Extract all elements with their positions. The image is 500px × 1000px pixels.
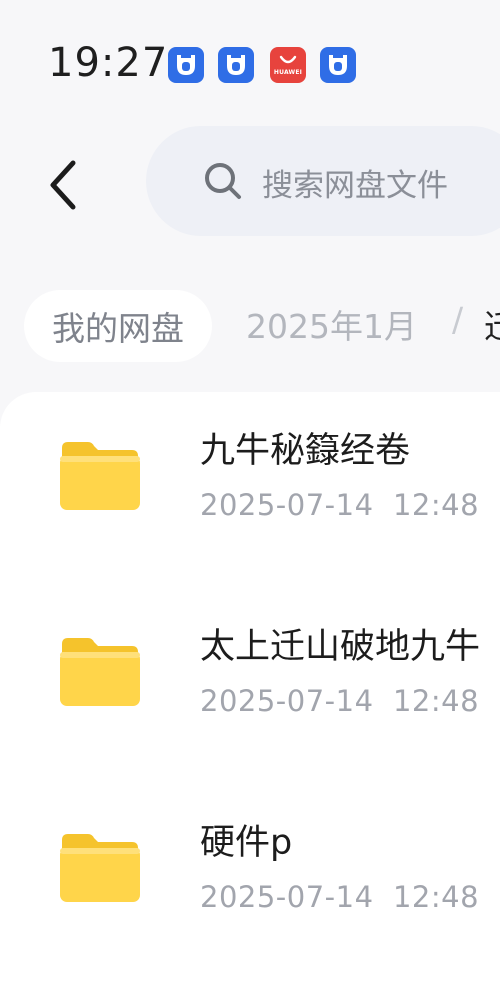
search-input[interactable]: 搜索网盘文件 xyxy=(146,126,500,236)
file-modified: 2025-07-14 12:48 xyxy=(200,488,479,522)
chevron-left-icon xyxy=(50,160,76,210)
file-row[interactable]: 九牛秘籙经卷 2025-07-14 12:48 xyxy=(0,392,500,588)
folder-icon xyxy=(60,834,140,902)
status-bar: 19:27 HUAWEI xyxy=(0,0,500,110)
file-date: 2025-07-14 xyxy=(200,488,374,522)
app-screen: 19:27 HUAWEI 搜索网盘文件 我的网盘 2025年1月 / 九牛秘籙经… xyxy=(0,0,500,1000)
folder-icon xyxy=(60,442,140,510)
breadcrumb-home[interactable]: 我的网盘 xyxy=(24,290,212,362)
huawei-appgallery-icon: HUAWEI xyxy=(270,47,306,83)
file-modified: 2025-07-14 12:48 xyxy=(200,880,479,914)
file-name: 九牛秘籙经卷 xyxy=(200,431,411,471)
search-placeholder: 搜索网盘文件 xyxy=(262,168,448,204)
breadcrumb-current: 迁 xyxy=(484,300,500,348)
file-time: 12:48 xyxy=(392,684,480,718)
breadcrumb-month[interactable]: 2025年1月 xyxy=(246,300,417,348)
file-time: 12:48 xyxy=(392,488,480,522)
folder-icon xyxy=(60,638,140,706)
file-modified: 2025-07-14 12:48 xyxy=(200,684,479,718)
breadcrumb-separator: / xyxy=(452,300,464,339)
file-name: 硬件p xyxy=(200,823,293,863)
file-row[interactable]: 太上迁山破地九牛 2025-07-14 12:48 xyxy=(0,588,500,784)
file-date: 2025-07-14 xyxy=(200,684,374,718)
file-date: 2025-07-14 xyxy=(200,880,374,914)
search-icon xyxy=(205,163,241,199)
breadcrumb: 我的网盘 2025年1月 / 迁 xyxy=(0,290,500,370)
status-time: 19:27 xyxy=(48,40,169,86)
app-notification-icon xyxy=(218,47,254,83)
back-button[interactable] xyxy=(38,150,88,220)
app-notification-icon xyxy=(168,47,204,83)
app-notification-icon xyxy=(320,47,356,83)
file-list: 九牛秘籙经卷 2025-07-14 12:48 太上迁山破地九牛 2025-07… xyxy=(0,392,500,1000)
file-name: 太上迁山破地九牛 xyxy=(200,627,481,667)
file-row[interactable]: 硬件p 2025-07-14 12:48 xyxy=(0,784,500,980)
file-time: 12:48 xyxy=(392,880,480,914)
